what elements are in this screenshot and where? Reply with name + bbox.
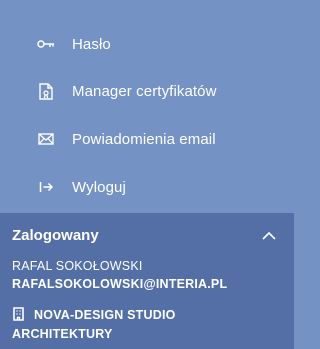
logout-icon — [37, 178, 55, 196]
company: NOVA-DESIGN STUDIO ARCHITEKTURY — [12, 306, 272, 344]
company-name: NOVA-DESIGN STUDIO ARCHITEKTURY — [12, 308, 176, 341]
user-name: RAFAL SOKOŁOWSKI — [12, 259, 143, 273]
menu-item-label: Hasło — [72, 35, 111, 53]
logged-in-user-panel: Zalogowany RAFAL SOKOŁOWSKI RAFALSOKOLOW… — [0, 213, 294, 349]
panel-title: Zalogowany — [12, 227, 99, 244]
account-menu: Hasło Manager certyfikatów Powiadomienia… — [0, 0, 294, 213]
menu-item-logout[interactable]: Wyloguj — [0, 163, 294, 211]
menu-item-certificate-manager[interactable]: Manager certyfikatów — [0, 67, 294, 115]
key-icon — [37, 35, 55, 53]
user-email: RAFALSOKOLOWSKI@INTERIA.PL — [12, 277, 228, 291]
document-certificate-icon — [37, 82, 55, 100]
menu-item-password[interactable]: Hasło — [0, 20, 294, 68]
building-icon — [12, 307, 26, 321]
collapse-panel-button[interactable] — [259, 227, 279, 245]
menu-item-label: Wyloguj — [72, 178, 126, 196]
envelope-icon — [37, 130, 55, 148]
chevron-up-icon — [262, 232, 276, 240]
menu-item-label: Manager certyfikatów — [72, 82, 217, 100]
menu-item-email-notifications[interactable]: Powiadomienia email — [0, 115, 294, 163]
menu-item-label: Powiadomienia email — [72, 130, 216, 148]
